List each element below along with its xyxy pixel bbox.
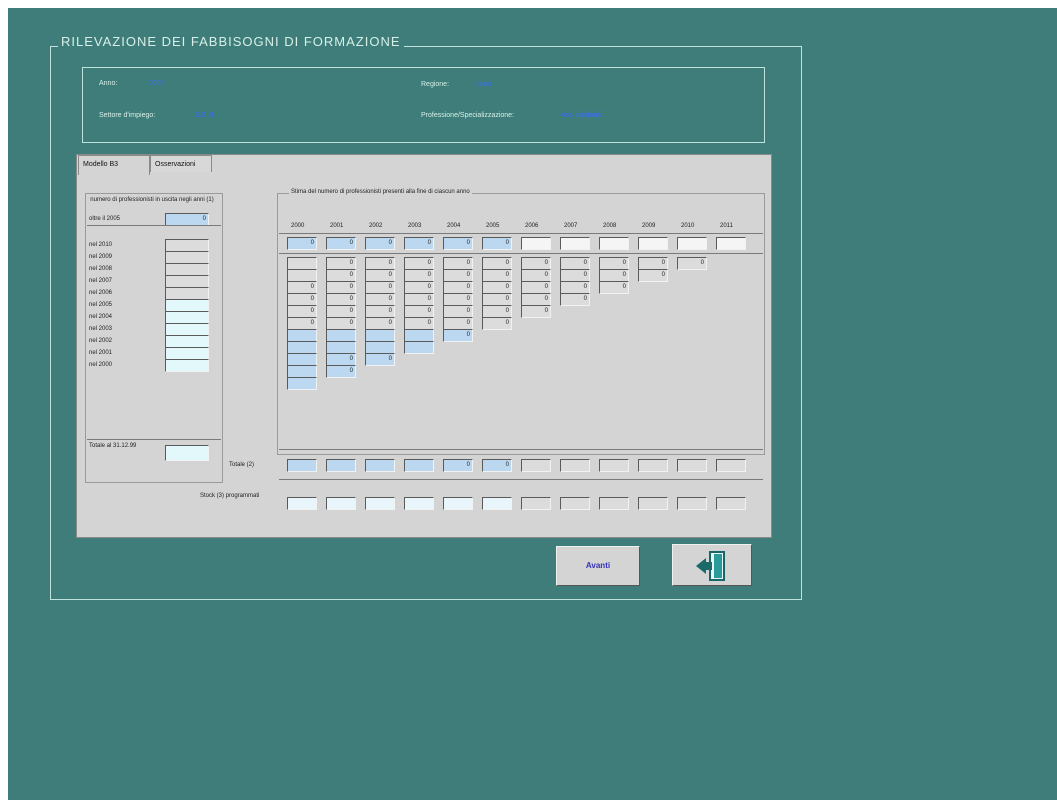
year-header: 2010 <box>681 223 695 229</box>
stock-row-cell[interactable] <box>365 497 395 510</box>
top-row-cell[interactable] <box>560 237 590 250</box>
matrix-cell[interactable]: 0 <box>365 353 395 366</box>
total-row-cell[interactable] <box>287 459 317 472</box>
year-header: 2003 <box>408 223 422 229</box>
total-row-cell[interactable] <box>326 459 356 472</box>
matrix-cell[interactable]: 0 <box>482 317 512 330</box>
left-total-label: Totale al 31.12.99 <box>89 443 137 449</box>
tab-panel: numero di professionisti in uscita negli… <box>76 154 772 538</box>
matrix-cell[interactable]: 0 <box>521 305 551 318</box>
matrix-cell[interactable]: 0 <box>677 257 707 270</box>
stock-row-cell[interactable] <box>443 497 473 510</box>
left-row-input[interactable] <box>165 359 209 372</box>
matrix-cell[interactable] <box>287 377 317 390</box>
top-row-cell[interactable]: 0 <box>482 237 512 250</box>
professione-label: Professione/Specializzazione: <box>421 112 514 119</box>
left-total-input[interactable] <box>165 445 209 461</box>
stock-row-cell[interactable] <box>716 497 746 510</box>
year-header: 2007 <box>564 223 578 229</box>
avanti-label: Avanti <box>585 561 611 570</box>
stock-row-cell[interactable] <box>521 497 551 510</box>
top-row-cell[interactable]: 0 <box>326 237 356 250</box>
exit-icon <box>696 551 725 581</box>
left-row-label: nel 2002 <box>89 338 113 344</box>
left-row-label: nel 2009 <box>89 254 113 260</box>
year-header: 2011 <box>720 223 733 229</box>
total-row-cell[interactable] <box>638 459 668 472</box>
window-title: RILEVAZIONE DEI FABBISOGNI DI FORMAZIONE <box>58 34 404 49</box>
year-header: 2000 <box>291 223 305 229</box>
stock-label: Stock (3) programmati <box>200 493 260 499</box>
matrix-cell[interactable]: 0 <box>599 281 629 294</box>
regione-value: Lazio <box>475 81 492 88</box>
total-label: Totale (2) <box>229 462 255 468</box>
stock-row-cell[interactable] <box>560 497 590 510</box>
stock-row-cell[interactable] <box>326 497 356 510</box>
top-row-cell[interactable]: 0 <box>404 237 434 250</box>
stock-row-cell[interactable] <box>677 497 707 510</box>
left-row-label: nel 2010 <box>89 242 113 248</box>
left-header: numero di professionisti in uscita negli… <box>90 197 214 203</box>
left-row-label: nel 2000 <box>89 362 113 368</box>
top-row-cell[interactable]: 0 <box>443 237 473 250</box>
app-window: RILEVAZIONE DEI FABBISOGNI DI FORMAZIONE… <box>8 8 1057 800</box>
top-row-cell[interactable]: 0 <box>287 237 317 250</box>
left-row-label: nel 2004 <box>89 314 113 320</box>
total-row-cell[interactable] <box>404 459 434 472</box>
total-row-cell[interactable] <box>677 459 707 472</box>
regione-label: Regione: <box>421 81 450 88</box>
settore-value: S.S.N. <box>195 112 216 119</box>
tab-osservazioni[interactable]: Osservazioni <box>150 155 212 172</box>
anno-value: 2005 <box>149 80 165 87</box>
exit-button[interactable] <box>672 544 752 586</box>
left-row-label: nel 2001 <box>89 350 113 356</box>
total-row-cell[interactable]: 0 <box>443 459 473 472</box>
stock-row-cell[interactable] <box>482 497 512 510</box>
matrix-cell[interactable]: 0 <box>443 329 473 342</box>
top-row-cell[interactable] <box>521 237 551 250</box>
matrix-cell[interactable]: 0 <box>326 365 356 378</box>
stock-row-cell[interactable] <box>638 497 668 510</box>
left-row-label: nel 2008 <box>89 266 113 272</box>
matrix-cell[interactable]: 0 <box>560 293 590 306</box>
year-header: 2004 <box>447 223 461 229</box>
total-row-cell[interactable] <box>560 459 590 472</box>
left-row-label: nel 2003 <box>89 326 113 332</box>
total-row-cell[interactable] <box>599 459 629 472</box>
year-header: 2008 <box>603 223 617 229</box>
top-row-cell[interactable]: 0 <box>365 237 395 250</box>
top-row-cell[interactable] <box>716 237 746 250</box>
top-row-cell[interactable] <box>677 237 707 250</box>
matrix-cell[interactable] <box>404 341 434 354</box>
settore-label: Settore d'impiego: <box>99 112 156 119</box>
top-row-cell[interactable] <box>599 237 629 250</box>
matrix-cell[interactable]: 0 <box>638 269 668 282</box>
year-header: 2001 <box>330 223 344 229</box>
year-header: 2006 <box>525 223 539 229</box>
total-row-cell[interactable]: 0 <box>482 459 512 472</box>
total-row-cell[interactable] <box>716 459 746 472</box>
tab-modello-b3[interactable]: Modello B3 <box>78 155 150 175</box>
info-box: Anno: 2005 Regione: Lazio Settore d'impi… <box>82 67 765 143</box>
left-row-label: nel 2007 <box>89 278 113 284</box>
total-row-cell[interactable] <box>365 459 395 472</box>
stock-row-cell[interactable] <box>599 497 629 510</box>
left-row-label: nel 2005 <box>89 302 113 308</box>
estimate-header: Stima del numero di professionisti prese… <box>289 189 472 196</box>
stock-row-cell[interactable] <box>404 497 434 510</box>
left-row-label: oltre il 2005 <box>89 216 121 222</box>
avanti-button[interactable]: Avanti <box>556 546 640 586</box>
stock-row-cell[interactable] <box>287 497 317 510</box>
professione-value: Ass.sanitaria <box>561 112 602 119</box>
total-row-cell[interactable] <box>521 459 551 472</box>
top-row-cell[interactable] <box>638 237 668 250</box>
year-header: 2009 <box>642 223 656 229</box>
year-header: 2005 <box>486 223 500 229</box>
year-header: 2002 <box>369 223 383 229</box>
left-row-label: nel 2006 <box>89 290 113 296</box>
anno-label: Anno: <box>99 80 118 87</box>
